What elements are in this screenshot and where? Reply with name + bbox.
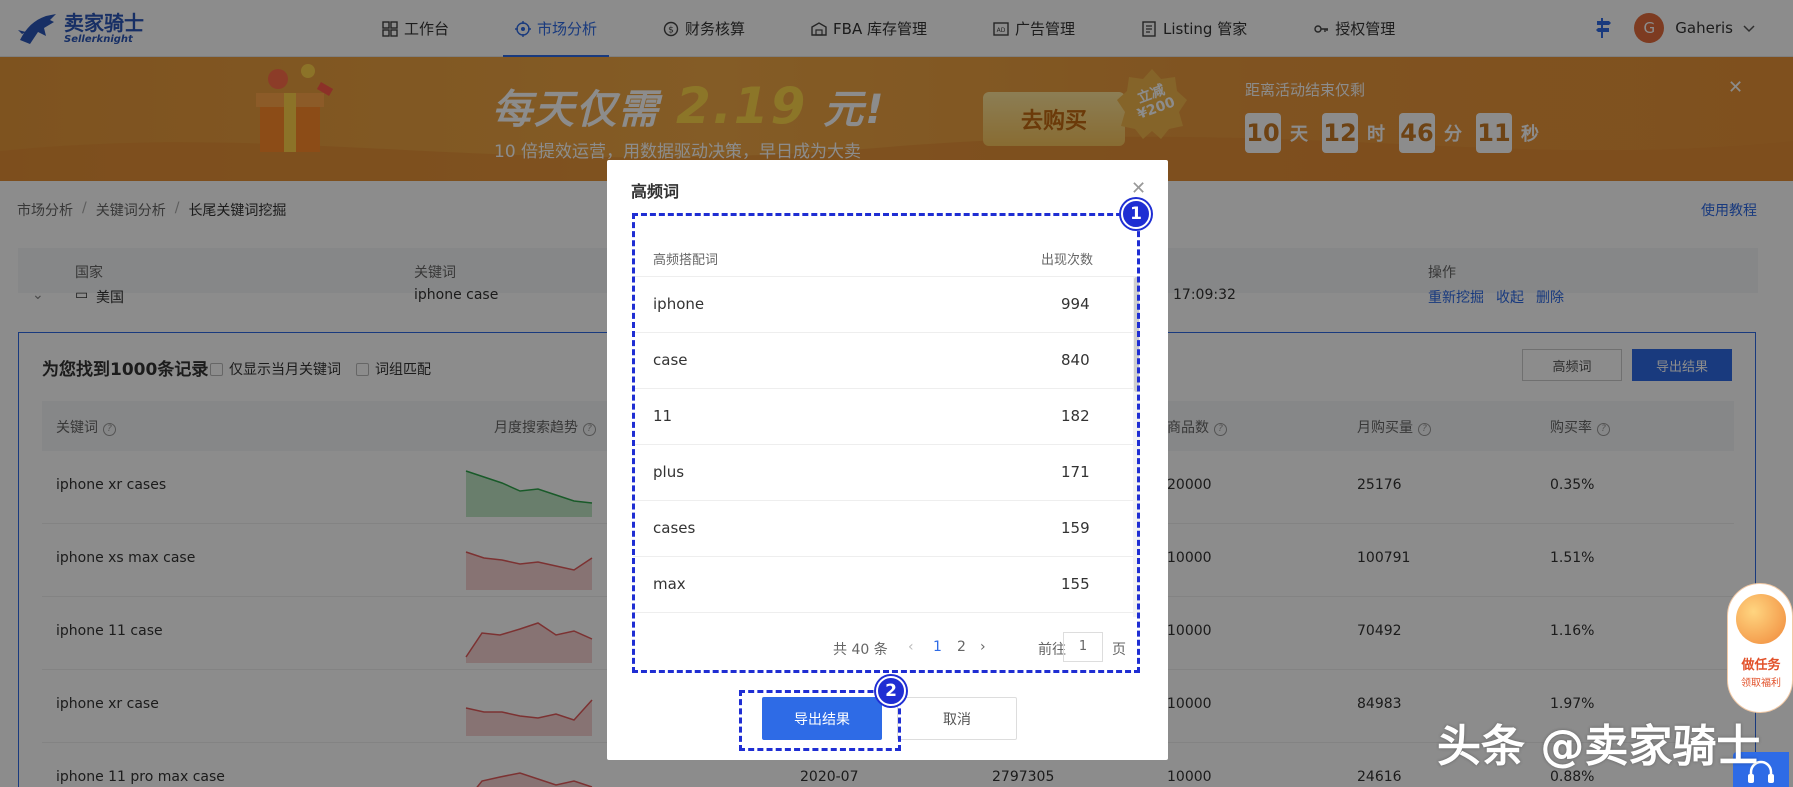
task-label: 做任务	[1741, 658, 1781, 673]
annotation-badge-2: 2	[876, 676, 906, 706]
close-icon[interactable]: ✕	[1131, 178, 1146, 199]
modal-cancel-button[interactable]: 取消	[897, 697, 1017, 740]
annotation-badge-1: 1	[1121, 199, 1151, 229]
coin-icon	[1736, 594, 1786, 644]
annotation-box-table	[632, 213, 1140, 673]
modal-title: 高频词	[631, 182, 680, 201]
task-sub-label: 领取福利	[1741, 678, 1781, 689]
task-float-widget[interactable]: 做任务 领取福利	[1727, 583, 1793, 713]
watermark: 头条 @卖家骑士	[1437, 721, 1761, 772]
annotation-box-export	[739, 690, 901, 751]
